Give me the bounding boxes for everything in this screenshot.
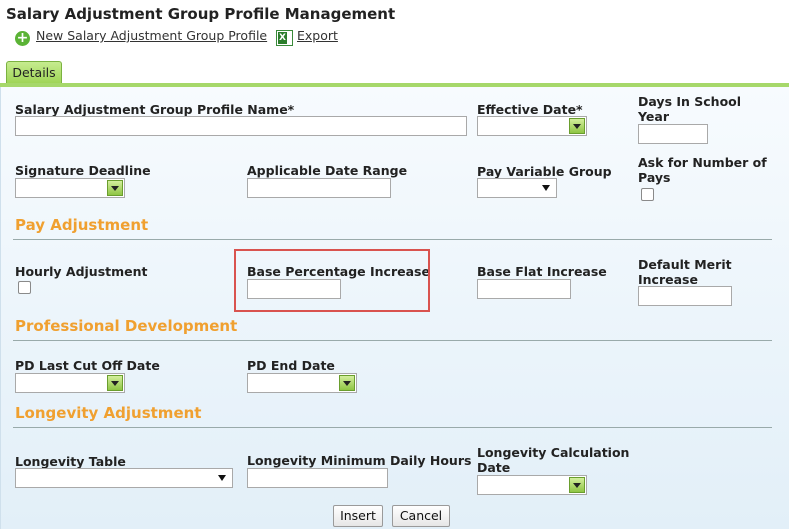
calendar-dropdown-icon[interactable] — [107, 180, 123, 196]
days-in-school-year-input[interactable] — [638, 124, 708, 144]
effective-date-input[interactable] — [477, 116, 587, 136]
base-flat-increase-input[interactable] — [477, 279, 571, 299]
pay-variable-group-select[interactable] — [477, 178, 557, 198]
base-flat-increase-label: Base Flat Increase — [477, 264, 607, 279]
profile-name-label: Salary Adjustment Group Profile Name* — [15, 102, 295, 117]
default-merit-increase-label: Default Merit Increase — [638, 257, 732, 287]
page-title: Salary Adjustment Group Profile Manageme… — [6, 5, 396, 23]
longevity-adjustment-title: Longevity Adjustment — [15, 404, 202, 422]
effective-date-label: Effective Date* — [477, 102, 583, 117]
pay-variable-group-label: Pay Variable Group — [477, 164, 612, 179]
add-icon[interactable]: + — [15, 31, 30, 46]
chevron-down-icon — [218, 475, 226, 481]
insert-button[interactable]: Insert — [333, 505, 383, 527]
tab-details[interactable]: Details — [6, 61, 62, 83]
export-link[interactable]: Export — [297, 28, 338, 43]
chevron-down-icon — [542, 185, 550, 191]
pd-last-cut-off-date-input[interactable] — [15, 373, 125, 393]
divider — [13, 340, 772, 341]
excel-icon[interactable]: X — [276, 30, 293, 46]
cancel-button[interactable]: Cancel — [392, 505, 450, 527]
pd-end-date-input[interactable] — [247, 373, 357, 393]
pay-adjustment-title: Pay Adjustment — [15, 216, 149, 234]
pd-last-cut-off-date-label: PD Last Cut Off Date — [15, 358, 160, 373]
ask-number-of-pays-checkbox[interactable] — [641, 188, 654, 201]
hourly-adjustment-checkbox[interactable] — [18, 281, 31, 294]
highlight-box — [234, 249, 430, 312]
new-profile-link[interactable]: New Salary Adjustment Group Profile — [36, 28, 267, 43]
calendar-dropdown-icon[interactable] — [339, 375, 355, 391]
longevity-table-select[interactable] — [15, 468, 233, 488]
days-in-school-year-label: Days In School Year — [638, 94, 742, 124]
applicable-date-range-label: Applicable Date Range — [247, 163, 408, 178]
longevity-minimum-daily-hours-input[interactable] — [247, 468, 388, 488]
longevity-calculation-date-label: Longevity Calculation Date — [477, 445, 630, 475]
profile-name-input[interactable] — [15, 116, 467, 136]
calendar-dropdown-icon[interactable] — [569, 118, 585, 134]
pd-end-date-label: PD End Date — [247, 358, 335, 373]
calendar-dropdown-icon[interactable] — [569, 477, 585, 493]
calendar-dropdown-icon[interactable] — [107, 375, 123, 391]
applicable-date-range-input[interactable] — [247, 178, 391, 198]
longevity-minimum-daily-hours-label: Longevity Minimum Daily Hours — [247, 453, 472, 468]
divider — [13, 427, 772, 428]
default-merit-increase-input[interactable] — [638, 286, 732, 306]
longevity-calculation-date-input[interactable] — [477, 475, 587, 495]
signature-deadline-input[interactable] — [15, 178, 125, 198]
hourly-adjustment-label: Hourly Adjustment — [15, 264, 148, 279]
signature-deadline-label: Signature Deadline — [15, 163, 151, 178]
longevity-table-label: Longevity Table — [15, 454, 126, 469]
ask-number-of-pays-label: Ask for Number of Pays — [638, 155, 767, 185]
divider — [13, 239, 772, 240]
professional-development-title: Professional Development — [15, 317, 238, 335]
